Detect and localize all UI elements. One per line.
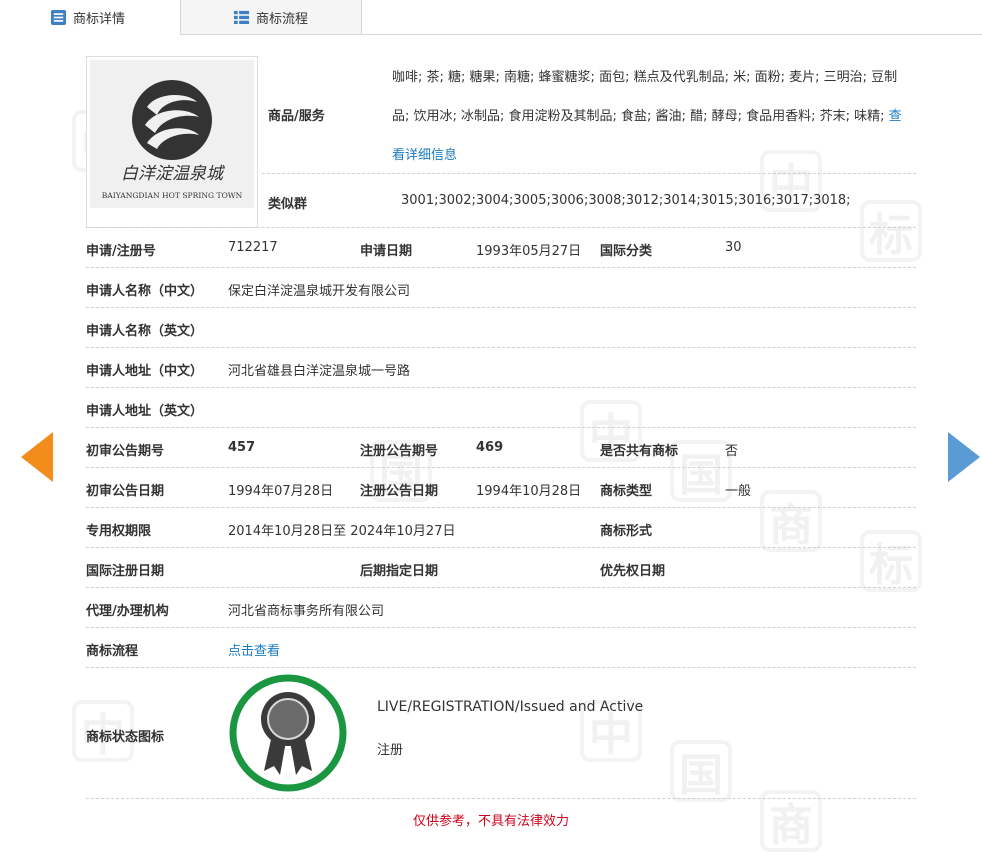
intl-reg-date-label: 国际注册日期 — [86, 564, 165, 579]
applicant-en-label: 申请人名称（英文） — [86, 324, 204, 339]
shared-label: 是否共有商标 — [600, 444, 679, 459]
agent-value: 河北省商标事务所有限公司 — [228, 604, 385, 619]
divider — [86, 507, 916, 508]
similar-group-label: 类似群 — [268, 197, 308, 212]
tm-form-label: 商标形式 — [600, 524, 653, 539]
tm-type-value: 一般 — [725, 484, 752, 499]
intl-class-value: 30 — [725, 240, 742, 255]
exclusive-label: 专用权期限 — [86, 524, 152, 539]
reg-pub-no-value: 469 — [476, 440, 504, 455]
agent-label: 代理/办理机构 — [86, 604, 169, 619]
priority-date-label: 优先权日期 — [600, 564, 666, 579]
watermark: 标 — [860, 530, 922, 592]
app-date-label: 申请日期 — [360, 244, 413, 259]
divider — [86, 227, 916, 228]
trademark-logo: 白洋淀温泉城 BAIYANGDIAN HOT SPRING TOWN — [90, 60, 254, 208]
divider — [86, 667, 916, 668]
reg-pub-no-label: 注册公告期号 — [360, 444, 439, 459]
divider — [86, 627, 916, 628]
divider — [86, 267, 916, 268]
registered-status-icon — [229, 674, 347, 792]
address-cn-value: 河北省雄县白洋淀温泉城一号路 — [228, 364, 411, 379]
arrow-left-icon[interactable] — [21, 432, 53, 482]
divider — [86, 547, 916, 548]
tab-trademark-flow[interactable]: 商标流程 — [181, 0, 362, 34]
divider — [86, 347, 916, 348]
tm-type-label: 商标类型 — [600, 484, 653, 499]
tab-trademark-details[interactable]: 商标详情 — [0, 0, 181, 35]
tab-label: 商标流程 — [256, 11, 309, 27]
reg-pub-date-value: 1994年10月28日 — [476, 484, 582, 499]
watermark: 标 — [860, 200, 922, 262]
watermark: 国 — [670, 440, 732, 502]
tab-bar: 商标详情 商标流程 — [0, 0, 982, 35]
divider — [86, 307, 916, 308]
status-en: LIVE/REGISTRATION/Issued and Active — [377, 699, 644, 715]
reg-pub-date-label: 注册公告日期 — [360, 484, 439, 499]
prelim-date-label: 初审公告日期 — [86, 484, 165, 499]
trademark-logo-image: 白洋淀温泉城 BAIYANGDIAN HOT SPRING TOWN — [86, 56, 258, 228]
address-cn-label: 申请人地址（中文） — [86, 364, 204, 379]
disclaimer: 仅供参考，不具有法律效力 — [412, 814, 569, 829]
prelim-no-value: 457 — [228, 440, 256, 455]
status-icon-label: 商标状态图标 — [86, 730, 165, 745]
goods-services-label: 商品/服务 — [268, 109, 325, 124]
status-cn: 注册 — [377, 743, 404, 758]
view-flow-link[interactable]: 点击查看 — [228, 640, 280, 659]
reg-no-label: 申请/注册号 — [86, 244, 156, 259]
app-date-value: 1993年05月27日 — [476, 244, 582, 259]
svg-text:白洋淀温泉城: 白洋淀温泉城 — [121, 164, 226, 184]
arrow-right-icon[interactable] — [948, 432, 980, 482]
divider — [86, 798, 916, 799]
watermark: 商 — [760, 490, 822, 552]
similar-group-value: 3001;3002;3004;3005;3006;3008;3012;3014;… — [401, 193, 851, 208]
address-en-label: 申请人地址（英文） — [86, 404, 204, 419]
intl-class-label: 国际分类 — [600, 244, 653, 259]
grid-list-icon — [233, 10, 250, 24]
flow-label: 商标流程 — [86, 644, 139, 659]
divider — [86, 387, 916, 388]
divider — [86, 467, 916, 468]
list-icon — [50, 9, 67, 26]
divider — [86, 587, 916, 588]
divider — [262, 173, 916, 174]
applicant-cn-value: 保定白洋淀温泉城开发有限公司 — [228, 284, 411, 299]
exclusive-value: 2014年10月28日至 2024年10月27日 — [228, 524, 456, 539]
svg-text:BAIYANGDIAN HOT SPRING TOWN: BAIYANGDIAN HOT SPRING TOWN — [102, 191, 243, 200]
reg-no-value: 712217 — [228, 240, 278, 255]
tab-label: 商标详情 — [73, 12, 126, 27]
watermark: 国 — [670, 740, 732, 802]
prelim-date-value: 1994年07月28日 — [228, 484, 334, 499]
shared-value: 否 — [725, 444, 739, 459]
goods-services-value: 咖啡; 茶; 糖; 糖果; 南糖; 蜂蜜糖浆; 面包; 糕点及代乳制品; 米; … — [392, 70, 902, 163]
applicant-cn-label: 申请人名称（中文） — [86, 284, 204, 299]
prelim-no-label: 初审公告期号 — [86, 444, 165, 459]
divider — [86, 427, 916, 428]
later-date-label: 后期指定日期 — [360, 564, 439, 579]
